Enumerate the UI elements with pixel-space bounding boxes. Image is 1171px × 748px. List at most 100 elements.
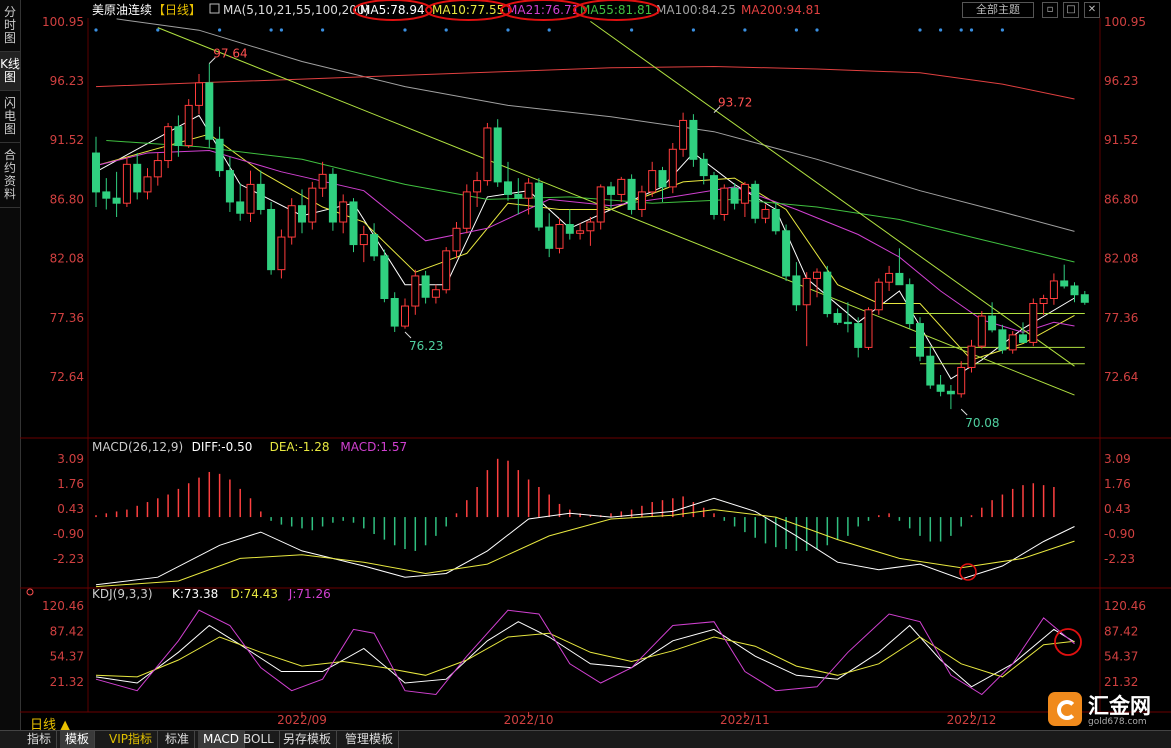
kdj-line-k [95,621,1075,688]
macd-legend-0: MACD(26,12,9) [92,440,183,454]
candle-body-81 [926,355,935,386]
bottom-tab-1[interactable]: 模板 [60,731,96,748]
ma-line-ma10 [95,133,1075,361]
annotation-1: 76.23 [409,339,443,353]
kdj-legend-3: J:71.26 [288,587,331,601]
candle-body-69 [802,277,811,306]
candle-body-12 [215,138,224,172]
candle-body-29 [390,298,399,327]
bottom-tab-0[interactable]: 指标 [22,731,58,748]
candle-body-21 [308,187,317,223]
kdj-legend-1: K:73.38 [172,587,218,601]
signal-dot-18 [969,28,974,32]
candle-body-6 [153,160,162,178]
candle-body-33 [431,289,440,298]
kdj-ytick-left-1: 87.42 [50,624,84,638]
brand-logo: 汇金网 gold678.com [1048,690,1163,730]
candle-body-34 [442,250,451,291]
candle-body-22 [318,173,327,189]
candle-body-45 [555,224,564,249]
candle-body-76 [874,281,883,311]
signal-dot-1 [156,28,160,32]
candle-body-32 [421,275,430,298]
bottom-tab-5[interactable]: BOLL [238,731,280,748]
main-ytick-left-4: 82.08 [50,252,84,266]
main-ytick-right-1: 96.23 [1104,74,1138,88]
macd-legend-2: DEA:-1.28 [270,440,330,454]
ma-value-4: MA100:84.25 [656,3,736,17]
candle-body-72 [833,313,842,323]
theme-select-button[interactable]: 全部主题 [962,2,1034,18]
candle-body-62 [730,187,739,204]
candle-body-41 [514,193,523,199]
candle-body-96 [1080,294,1089,303]
ma-value-3: MA55:81.81 [580,3,652,17]
main-ytick-left-5: 77.36 [50,311,84,325]
signal-dot-16 [939,28,943,32]
candle-body-20 [298,205,306,223]
kdj-ytick-left-3: 21.32 [50,675,84,689]
signal-dot-19 [1000,28,1005,32]
bottom-tab-6[interactable]: 另存模板 [278,731,338,748]
candle-body-16 [256,183,265,210]
main-ytick-right-2: 91.52 [1104,133,1138,147]
candle-body-53 [637,191,646,210]
candle-body-24 [339,201,348,223]
candle-body-78 [895,272,904,286]
signal-dot-17 [959,28,963,32]
candle-body-90 [1019,334,1027,343]
candle-body-51 [617,178,626,195]
kdj-ytick-left-0: 120.46 [42,599,84,613]
minimize-icon[interactable]: ▫ [1042,2,1058,18]
restore-icon[interactable]: □ [1063,2,1079,18]
close-icon[interactable]: ✕ [1084,2,1100,18]
candle-body-82 [936,384,945,392]
xtick-label-2: 2022/11 [720,713,770,727]
candle-body-19 [287,205,296,238]
candle-body-39 [493,127,502,183]
kdj-ytick-right-1: 87.42 [1104,624,1138,638]
bottom-tab-2[interactable]: VIP指标 [104,731,158,748]
period-tag: 【日线】 [153,3,201,17]
candle-body-87 [988,315,997,331]
candle-body-26 [359,234,368,246]
macd-legend-3: MACD:1.57 [340,440,407,454]
candle-body-74 [854,323,863,348]
signal-dot-12 [743,28,747,32]
candle-body-40 [504,181,512,195]
macd-ytick-right-4: -2.23 [1104,552,1135,566]
ma-settings-icon [209,3,220,14]
candle-body-49 [596,186,605,223]
annotation-0: 97.64 [213,47,247,61]
ma-line-ma21 [95,149,1075,333]
main-ytick-left-0: 100.95 [42,15,84,29]
main-ytick-right-4: 82.08 [1104,252,1138,266]
bottom-tab-7[interactable]: 管理模板 [340,731,400,748]
macd-dea-line [95,509,1075,588]
ma-value-1: MA10:77.55 [432,3,504,17]
bottom-tab-3[interactable]: 标准 [160,731,196,748]
candle-body-43 [534,182,543,228]
annotation-pointer-1 [404,331,412,339]
candle-body-23 [328,173,337,223]
macd-ytick-left-1: 1.76 [57,477,84,491]
signal-dot-13 [794,28,799,32]
xtick-label-0: 2022/09 [277,713,327,727]
annotation-3: 70.08 [965,416,999,430]
candle-body-84 [957,366,966,395]
kdj-ytick-right-2: 54.37 [1104,650,1138,664]
candle-body-31 [411,275,420,307]
logo-subtext: gold678.com [1088,717,1147,727]
candle-body-61 [720,187,729,215]
macd-diff-line [95,497,1075,586]
candle-body-65 [761,208,770,219]
signal-dot-5 [321,28,325,32]
ma-line-ma5 [95,114,1075,380]
candle-body-14 [236,201,245,214]
chart-canvas: 97.64 76.23 93.72 70.08 100.95 100.95 96.23 96… [20,0,1171,727]
candle-body-79 [905,284,914,325]
candle-body-58 [689,119,698,160]
main-ytick-right-6: 72.64 [1104,370,1138,384]
main-ytick-right-0: 100.95 [1104,15,1146,29]
candle-body-89 [1008,334,1017,351]
